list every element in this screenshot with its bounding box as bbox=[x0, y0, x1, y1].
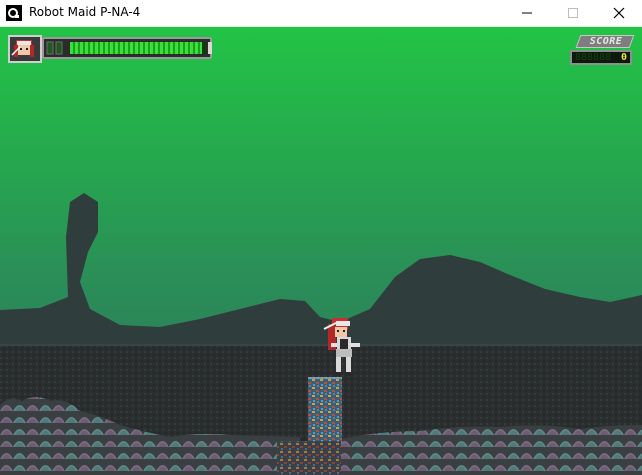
minimize-button[interactable] bbox=[504, 0, 550, 26]
score-hud: SCORE 888888 0 bbox=[568, 35, 635, 67]
robot-maid-face-icon bbox=[11, 40, 34, 57]
score-ghost-digits: 888888 bbox=[575, 52, 612, 63]
pillar-block bbox=[308, 377, 342, 443]
pillar-block-lower bbox=[277, 441, 341, 475]
score-value: 0 bbox=[620, 52, 627, 63]
game-scene bbox=[0, 27, 642, 475]
minimize-icon bbox=[522, 12, 532, 14]
health-hud bbox=[8, 35, 214, 65]
maximize-button[interactable] bbox=[550, 0, 596, 26]
app-icon bbox=[6, 5, 22, 21]
health-bar-fill bbox=[70, 42, 202, 54]
close-icon bbox=[613, 7, 625, 19]
score-label: SCORE bbox=[589, 36, 623, 47]
close-button[interactable] bbox=[596, 0, 642, 26]
game-viewport[interactable]: SCORE 888888 0 bbox=[0, 27, 642, 475]
battery-icon bbox=[46, 41, 63, 55]
title-bar[interactable]: Robot Maid P-NA-4 bbox=[0, 0, 642, 27]
health-bar-frame bbox=[42, 37, 212, 59]
game-window: Robot Maid P-NA-4 SCORE 888888 0 bbox=[0, 0, 642, 475]
health-bar-track bbox=[70, 42, 206, 54]
player-portrait bbox=[8, 35, 42, 63]
window-title: Robot Maid P-NA-4 bbox=[29, 5, 141, 19]
score-display: 888888 0 bbox=[570, 50, 632, 65]
maximize-icon bbox=[568, 8, 578, 18]
health-bar-cap bbox=[208, 42, 212, 54]
